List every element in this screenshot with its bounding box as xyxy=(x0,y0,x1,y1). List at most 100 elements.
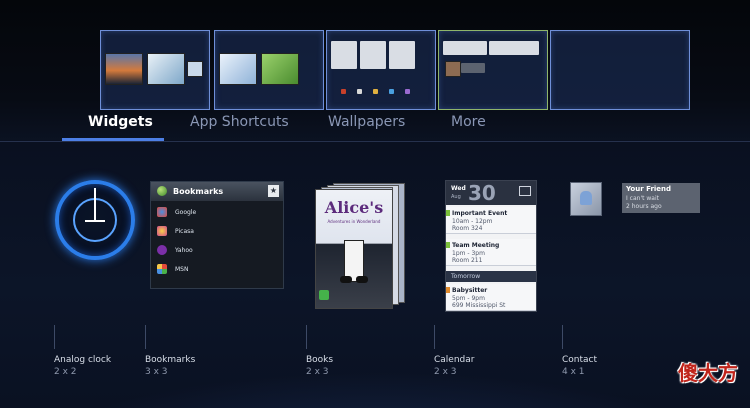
android-avatar-icon xyxy=(580,191,592,205)
event-title: Babysitter xyxy=(452,287,488,294)
calendar-date: 30 xyxy=(468,181,496,205)
app-icon xyxy=(405,89,410,94)
books-widget[interactable]: Alice's Adventures in Wonderland xyxy=(315,183,405,309)
event-color-bar xyxy=(446,287,450,293)
book-badge-icon xyxy=(319,290,329,300)
yahoo-icon xyxy=(157,245,167,255)
home-screen-2[interactable] xyxy=(214,30,324,110)
contact-avatar xyxy=(570,182,602,216)
event-place: Room 324 xyxy=(452,225,483,232)
mini-widget xyxy=(331,41,357,69)
mini-widget xyxy=(360,41,386,69)
event-place: Room 211 xyxy=(452,257,483,264)
mini-widget xyxy=(489,41,539,55)
widget-name: Analog clock xyxy=(54,355,112,365)
widget-name: Books xyxy=(306,355,334,365)
contact-status-card: Your Friend I can't wait 2 hours ago xyxy=(622,183,700,213)
widget-size: 2 x 3 xyxy=(306,367,329,377)
widget-size: 4 x 1 xyxy=(562,367,585,377)
label-divider xyxy=(562,325,563,349)
contact-time-ago: 2 hours ago xyxy=(626,203,662,210)
calendar-event[interactable]: Important Event 10am - 12pm Room 324 xyxy=(446,207,536,234)
tab-more[interactable]: More xyxy=(451,114,486,130)
widget-size: 3 x 3 xyxy=(145,367,168,377)
label-divider xyxy=(434,325,435,349)
bookmark-label: Google xyxy=(175,209,197,216)
book-title: Alice's xyxy=(324,198,384,217)
app-icon xyxy=(341,89,346,94)
calendar-tomorrow-divider: Tomorrow xyxy=(446,271,536,282)
calendar-header: Wed Aug 30 xyxy=(446,181,536,205)
widget-name: Calendar xyxy=(434,355,475,365)
home-screen-3[interactable] xyxy=(326,30,436,110)
app-icon xyxy=(373,89,378,94)
msn-icon xyxy=(157,264,167,274)
event-time: 1pm - 3pm xyxy=(452,250,485,257)
tomorrow-label: Tomorrow xyxy=(451,273,481,280)
book-illustration-shoe xyxy=(356,276,368,283)
mini-widget xyxy=(461,63,485,73)
event-place: 699 Mississippi St xyxy=(452,302,506,309)
tab-bar: Widgets App Shortcuts Wallpapers More xyxy=(0,110,750,144)
event-title: Important Event xyxy=(452,210,508,217)
contact-status: I can't wait xyxy=(626,195,659,202)
app-icon xyxy=(357,89,362,94)
clock-hour-hand xyxy=(85,220,105,222)
google-icon xyxy=(157,207,167,217)
label-divider xyxy=(306,325,307,349)
android-photo-thumb xyxy=(261,53,299,85)
event-color-bar xyxy=(446,210,450,216)
event-color-bar xyxy=(446,242,450,248)
book-illustration-shoe xyxy=(340,276,352,283)
photo-thumb xyxy=(147,53,185,85)
calendar-widget[interactable]: Wed Aug 30 Important Event 10am - 12pm R… xyxy=(445,180,537,312)
label-divider xyxy=(54,325,55,349)
tab-widgets[interactable]: Widgets xyxy=(88,114,153,130)
tab-app-shortcuts[interactable]: App Shortcuts xyxy=(190,114,289,130)
home-screen-5[interactable] xyxy=(550,30,690,110)
calendar-icon xyxy=(519,186,531,196)
bookmark-label: Picasa xyxy=(175,228,194,235)
sunset-photo-thumb xyxy=(105,53,143,85)
tab-divider xyxy=(0,141,750,142)
watermark-logo: 傻大方 xyxy=(678,361,738,385)
clock-minute-hand xyxy=(94,188,96,220)
calendar-month: Aug xyxy=(451,194,461,200)
event-time: 10am - 12pm xyxy=(452,218,493,225)
bookmark-item[interactable]: MSN xyxy=(151,260,283,279)
label-divider xyxy=(145,325,146,349)
event-time: 5pm - 9pm xyxy=(452,295,485,302)
bookmarks-widget[interactable]: Bookmarks ★ Google Picasa Yahoo MSN xyxy=(150,181,284,289)
app-icon xyxy=(389,89,394,94)
bookmarks-header: Bookmarks ★ xyxy=(151,182,283,201)
widget-size: 2 x 3 xyxy=(434,367,457,377)
photo-thumb-small xyxy=(187,61,203,77)
bookmark-label: MSN xyxy=(175,266,189,273)
contact-widget[interactable]: Your Friend I can't wait 2 hours ago xyxy=(570,182,700,216)
home-screen-1[interactable] xyxy=(100,30,210,110)
globe-icon xyxy=(157,186,167,196)
calendar-day: Wed xyxy=(451,185,466,192)
calendar-event[interactable]: Babysitter 5pm - 9pm 699 Mississippi St xyxy=(446,284,536,311)
mini-widget xyxy=(389,41,415,69)
bookmark-star-icon: ★ xyxy=(268,185,279,197)
bookmark-item[interactable]: Picasa xyxy=(151,222,283,241)
mini-widget xyxy=(443,41,487,55)
bookmark-item[interactable]: Yahoo xyxy=(151,241,283,260)
contact-name: Your Friend xyxy=(626,185,672,193)
widget-size: 2 x 2 xyxy=(54,367,77,377)
bookmarks-header-title: Bookmarks xyxy=(173,187,224,196)
contact-photo-thumb xyxy=(445,61,461,77)
bookmark-item[interactable]: Google xyxy=(151,203,283,222)
analog-clock-widget[interactable] xyxy=(55,180,135,260)
airplane-photo-thumb xyxy=(219,53,257,85)
book-cover-front: Alice's Adventures in Wonderland xyxy=(315,189,393,309)
calendar-event[interactable]: Team Meeting 1pm - 3pm Room 211 xyxy=(446,239,536,266)
widget-name: Contact xyxy=(562,355,598,365)
home-screen-4-active[interactable] xyxy=(438,30,548,110)
bookmark-label: Yahoo xyxy=(175,247,193,254)
picasa-icon xyxy=(157,226,167,236)
widget-name: Bookmarks xyxy=(145,355,196,365)
event-title: Team Meeting xyxy=(452,242,500,249)
tab-wallpapers[interactable]: Wallpapers xyxy=(328,114,405,130)
